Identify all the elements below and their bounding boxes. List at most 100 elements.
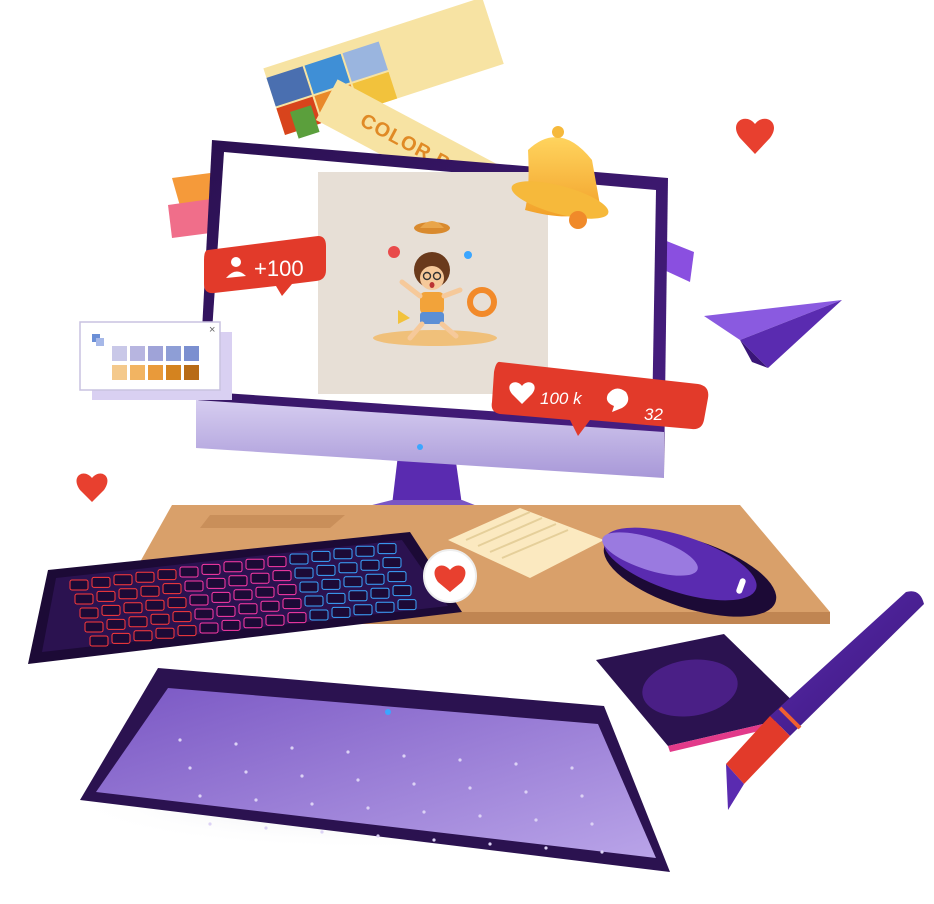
pad-dot — [590, 822, 594, 826]
keyboard-key — [211, 591, 231, 603]
keyboard-key — [179, 566, 199, 578]
pad-dot — [432, 838, 436, 842]
palette-close-button[interactable]: × — [209, 324, 215, 336]
heart-like-button[interactable] — [423, 549, 477, 603]
palette-swatch[interactable] — [166, 365, 181, 380]
palette-swatch[interactable] — [130, 346, 145, 361]
keyboard-key — [294, 567, 314, 579]
paper-plane-icon — [704, 300, 842, 368]
heart-icon — [76, 473, 108, 502]
pad-dot — [534, 818, 538, 822]
keyboard-key — [118, 588, 138, 600]
pad-dot — [178, 738, 182, 742]
keyboard-key — [355, 545, 375, 557]
keyboard-key — [267, 556, 287, 568]
pad-dot — [478, 814, 482, 818]
keyboard-key — [243, 617, 263, 629]
keyboard-key — [392, 585, 412, 597]
pad-dot — [468, 786, 472, 790]
keyboard-key — [91, 576, 111, 588]
keyboard-key — [172, 611, 192, 623]
keyboard-key — [282, 598, 302, 610]
pad-dot — [488, 842, 492, 846]
palette-swatch[interactable] — [130, 365, 145, 380]
keyboard-key — [260, 600, 280, 612]
pad-dot — [310, 802, 314, 806]
keyboard-key — [309, 609, 329, 621]
keyboard-key — [113, 574, 133, 586]
followers-count: +100 — [254, 256, 304, 281]
keyboard-key — [238, 603, 258, 615]
keyboard-key — [157, 569, 177, 581]
keyboard-key — [321, 578, 341, 590]
keyboard-key — [89, 635, 109, 647]
keyboard-key — [84, 621, 104, 633]
keyboard-key — [365, 573, 385, 585]
keyboard-key — [201, 563, 221, 575]
palette-swatch[interactable] — [184, 346, 199, 361]
keyboard-key — [106, 618, 126, 630]
keyboard-key — [140, 585, 160, 597]
pad-dot — [366, 806, 370, 810]
keyboard-key — [123, 602, 143, 614]
keyboard-key — [377, 543, 397, 555]
keyboard-key — [370, 587, 390, 599]
keyboard-key — [250, 572, 270, 584]
pad-dot — [290, 746, 294, 750]
comments-count: 32 — [644, 405, 663, 424]
keyboard-key — [255, 586, 275, 598]
heart-icon — [736, 118, 774, 154]
palette-swatch[interactable] — [184, 365, 199, 380]
pad-dot — [320, 830, 324, 834]
pad-dot — [254, 798, 258, 802]
keyboard-key — [348, 590, 368, 602]
keyboard-key — [145, 599, 165, 611]
pad-dot — [244, 770, 248, 774]
pad-dot — [376, 834, 380, 838]
keyboard-key — [331, 606, 351, 618]
keyboard — [28, 532, 462, 664]
pad-dot — [514, 762, 518, 766]
keyboard-key — [233, 589, 253, 601]
keyboard-key — [277, 584, 297, 596]
palette-swatch[interactable] — [112, 365, 127, 380]
keyboard-key — [150, 613, 170, 625]
keyboard-key — [289, 553, 309, 565]
keyboard-key — [245, 558, 265, 570]
keyboard-key — [228, 575, 248, 587]
keyboard-key — [101, 604, 121, 616]
palette-swatch[interactable] — [166, 346, 181, 361]
keyboard-key — [223, 561, 243, 573]
keyboard-key — [326, 592, 346, 604]
pad-dot — [300, 774, 304, 778]
pad-dot — [346, 750, 350, 754]
keyboard-key — [96, 590, 116, 602]
pad-dot — [234, 742, 238, 746]
ribbon-right — [664, 240, 694, 282]
keyboard-key — [69, 579, 89, 591]
keyboard-key — [167, 597, 187, 609]
pad-dot — [356, 778, 360, 782]
keyboard-key — [194, 608, 214, 620]
keyboard-key — [272, 570, 292, 582]
keyboard-key — [184, 580, 204, 592]
keyboard-key — [338, 562, 358, 574]
keyboard-key — [265, 614, 285, 626]
keyboard-key — [316, 564, 336, 576]
keyboard-key — [353, 604, 373, 616]
keyboard-key — [189, 594, 209, 606]
keyboard-key — [299, 581, 319, 593]
pad-dot — [524, 790, 528, 794]
keyboard-key — [133, 630, 153, 642]
keyboard-key — [74, 593, 94, 605]
keyboard-key — [111, 632, 131, 644]
palette-swatch[interactable] — [112, 346, 127, 361]
pad-dot — [544, 846, 548, 850]
power-light — [417, 444, 423, 450]
pad-light — [385, 709, 391, 715]
palette-swatch[interactable] — [148, 346, 163, 361]
keyboard-key — [397, 599, 417, 611]
keyboard-key — [375, 601, 395, 613]
palette-swatch[interactable] — [148, 365, 163, 380]
pad-dot — [208, 822, 212, 826]
